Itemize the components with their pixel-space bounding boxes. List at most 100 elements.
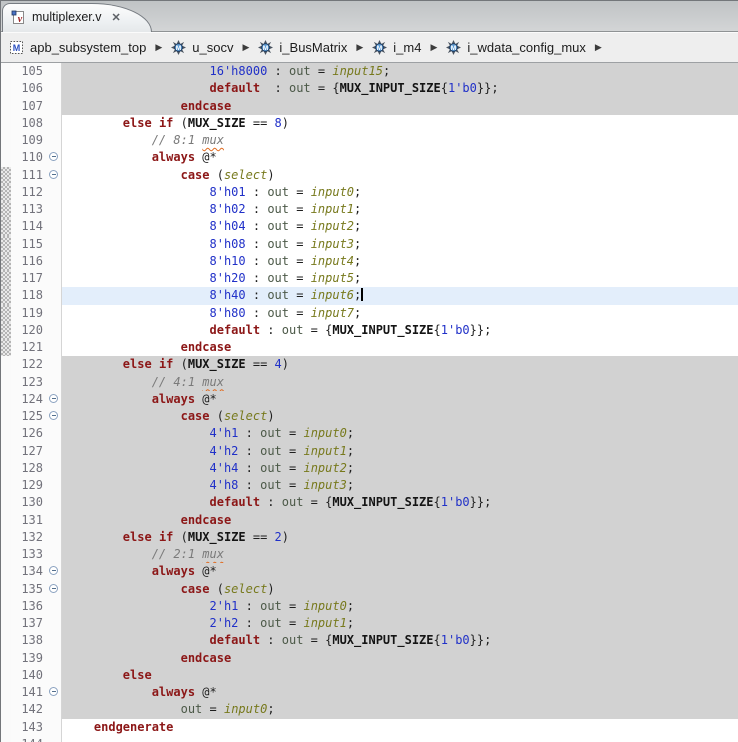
code-line-119[interactable]: 119 8'h80 : out = input7; bbox=[1, 304, 738, 322]
code-line-129[interactable]: 129 4'h8 : out = input3; bbox=[1, 477, 738, 495]
code-line-141[interactable]: 141 always @* bbox=[1, 684, 738, 702]
code-line-120[interactable]: 120 default : out = {MUX_INPUT_SIZE{1'b0… bbox=[1, 321, 738, 339]
code-editor[interactable]: 105 16'h8000 : out = input15; 106 default… bbox=[1, 63, 738, 742]
code-text[interactable]: always @* bbox=[62, 684, 738, 702]
fold-collapse-icon[interactable] bbox=[49, 583, 58, 593]
fold-collapse-icon[interactable] bbox=[49, 152, 58, 162]
code-line-123[interactable]: 123 // 4:1 mux bbox=[1, 373, 738, 391]
code-line-128[interactable]: 128 4'h4 : out = input2; bbox=[1, 459, 738, 477]
code-line-137[interactable]: 137 2'h2 : out = input1; bbox=[1, 615, 738, 633]
code-line-108[interactable]: 108 else if (MUX_SIZE == 8) bbox=[1, 114, 738, 132]
code-line-144[interactable]: 144 bbox=[1, 735, 738, 742]
code-line-132[interactable]: 132 else if (MUX_SIZE == 2) bbox=[1, 528, 738, 546]
code-line-111[interactable]: 111 case (select) bbox=[1, 166, 738, 184]
code-line-121[interactable]: 121 endcase bbox=[1, 339, 738, 357]
code-line-127[interactable]: 127 4'h2 : out = input1; bbox=[1, 442, 738, 460]
code-text[interactable]: // 2:1 mux bbox=[62, 546, 738, 564]
breadcrumb-item-apb_subsystem_top[interactable]: Mapb_subsystem_top bbox=[9, 40, 146, 55]
code-text[interactable]: 8'h10 : out = input4; bbox=[62, 253, 738, 270]
code-text[interactable]: endcase bbox=[62, 649, 738, 667]
fold-collapse-icon[interactable] bbox=[49, 411, 58, 420]
code-line-136[interactable]: 136 2'h1 : out = input0; bbox=[1, 597, 738, 615]
breadcrumb-arrow-icon[interactable]: ▶ bbox=[356, 42, 363, 53]
code-line-105[interactable]: 105 16'h8000 : out = input15; bbox=[1, 63, 738, 81]
code-line-118[interactable]: 118 8'h40 : out = input6; bbox=[1, 287, 738, 305]
code-text[interactable]: endcase bbox=[62, 339, 738, 356]
code-text[interactable]: 8'h04 : out = input2; bbox=[62, 218, 738, 235]
fold-collapse-icon[interactable] bbox=[49, 169, 58, 179]
code-text[interactable]: endcase bbox=[62, 97, 738, 115]
code-text[interactable]: default : out = {MUX_INPUT_SIZE{1'b0}}; bbox=[62, 632, 738, 650]
code-line-113[interactable]: 113 8'h02 : out = input1; bbox=[1, 201, 738, 219]
code-line-139[interactable]: 139 endcase bbox=[1, 649, 738, 667]
code-line-107[interactable]: 107 endcase bbox=[1, 97, 738, 115]
breadcrumb-item-i_wdata_config_mux[interactable]: Mi_wdata_config_mux bbox=[446, 40, 586, 55]
fold-collapse-icon[interactable] bbox=[49, 687, 58, 696]
code-line-126[interactable]: 126 4'h1 : out = input0; bbox=[1, 425, 738, 443]
breadcrumb-arrow-icon[interactable]: ▶ bbox=[595, 42, 602, 53]
breadcrumb-item-i_m4[interactable]: Mi_m4 bbox=[372, 40, 421, 55]
code-text[interactable]: 2'h1 : out = input0; bbox=[62, 597, 738, 615]
code-text[interactable]: default : out = {MUX_INPUT_SIZE{1'b0}}; bbox=[62, 322, 738, 339]
breadcrumb-label[interactable]: i_wdata_config_mux bbox=[467, 40, 586, 55]
code-line-110[interactable]: 110 always @* bbox=[1, 149, 738, 167]
code-text[interactable]: case (select) bbox=[62, 580, 738, 598]
code-line-116[interactable]: 116 8'h10 : out = input4; bbox=[1, 252, 738, 270]
code-text[interactable]: // 8:1 mux bbox=[62, 132, 738, 149]
code-text[interactable]: 4'h1 : out = input0; bbox=[62, 425, 738, 443]
fold-collapse-icon[interactable] bbox=[49, 566, 58, 576]
breadcrumb-label[interactable]: u_socv bbox=[192, 40, 233, 55]
breadcrumb-item-i_BusMatrix[interactable]: Mi_BusMatrix bbox=[258, 40, 347, 55]
code-text[interactable]: else if (MUX_SIZE == 4) bbox=[62, 356, 738, 374]
code-text[interactable]: 8'h02 : out = input1; bbox=[62, 201, 738, 218]
code-text[interactable]: 8'h80 : out = input7; bbox=[62, 305, 738, 322]
code-line-142[interactable]: 142 out = input0; bbox=[1, 701, 738, 719]
code-text[interactable]: 16'h8000 : out = input15; bbox=[62, 63, 738, 81]
code-text[interactable]: default : out = {MUX_INPUT_SIZE{1'b0}}; bbox=[62, 80, 738, 98]
breadcrumb-label[interactable]: i_m4 bbox=[393, 40, 421, 55]
code-line-125[interactable]: 125 case (select) bbox=[1, 408, 738, 426]
code-line-106[interactable]: 106 default : out = {MUX_INPUT_SIZE{1'b0… bbox=[1, 80, 738, 98]
tab-close-icon[interactable]: ✕ bbox=[111, 11, 120, 24]
code-line-117[interactable]: 117 8'h20 : out = input5; bbox=[1, 270, 738, 288]
code-line-133[interactable]: 133 // 2:1 mux bbox=[1, 546, 738, 564]
code-text[interactable]: 8'h08 : out = input3; bbox=[62, 236, 738, 253]
code-text[interactable]: case (select) bbox=[62, 167, 738, 184]
code-line-131[interactable]: 131 endcase bbox=[1, 511, 738, 529]
code-text[interactable]: always @* bbox=[62, 563, 738, 581]
editor-tab-multiplexer[interactable]: v multiplexer.v ✕ bbox=[2, 3, 152, 32]
code-text[interactable]: 8'h20 : out = input5; bbox=[62, 270, 738, 287]
code-text[interactable]: else if (MUX_SIZE == 8) bbox=[62, 115, 738, 132]
code-text[interactable]: 8'h01 : out = input0; bbox=[62, 184, 738, 201]
code-text[interactable]: 4'h4 : out = input2; bbox=[62, 459, 738, 477]
code-text[interactable]: // 4:1 mux bbox=[62, 373, 738, 391]
code-text[interactable]: else bbox=[62, 666, 738, 684]
code-line-122[interactable]: 122 else if (MUX_SIZE == 4) bbox=[1, 356, 738, 374]
breadcrumb-arrow-icon[interactable]: ▶ bbox=[430, 42, 437, 53]
code-line-124[interactable]: 124 always @* bbox=[1, 390, 738, 408]
code-text[interactable]: always @* bbox=[62, 390, 738, 408]
code-text[interactable]: case (select) bbox=[62, 408, 738, 426]
code-line-112[interactable]: 112 8'h01 : out = input0; bbox=[1, 183, 738, 201]
code-text[interactable]: else if (MUX_SIZE == 2) bbox=[62, 528, 738, 546]
code-text[interactable]: endgenerate bbox=[62, 719, 738, 736]
code-line-134[interactable]: 134 always @* bbox=[1, 563, 738, 581]
code-line-114[interactable]: 114 8'h04 : out = input2; bbox=[1, 218, 738, 236]
code-text[interactable]: always @* bbox=[62, 149, 738, 166]
fold-collapse-icon[interactable] bbox=[49, 393, 58, 403]
code-text[interactable]: out = input0; bbox=[62, 701, 738, 719]
breadcrumb-arrow-icon[interactable]: ▶ bbox=[242, 42, 249, 53]
breadcrumb-label[interactable]: apb_subsystem_top bbox=[30, 40, 146, 55]
code-line-109[interactable]: 109 // 8:1 mux bbox=[1, 132, 738, 150]
code-text[interactable]: 4'h2 : out = input1; bbox=[62, 442, 738, 460]
code-line-115[interactable]: 115 8'h08 : out = input3; bbox=[1, 235, 738, 253]
code-text[interactable] bbox=[62, 736, 738, 742]
code-line-135[interactable]: 135 case (select) bbox=[1, 580, 738, 598]
code-text[interactable]: 2'h2 : out = input1; bbox=[62, 615, 738, 633]
code-text[interactable]: endcase bbox=[62, 511, 738, 529]
code-line-130[interactable]: 130 default : out = {MUX_INPUT_SIZE{1'b0… bbox=[1, 494, 738, 512]
breadcrumb-item-u_socv[interactable]: Mu_socv bbox=[171, 40, 233, 55]
code-line-138[interactable]: 138 default : out = {MUX_INPUT_SIZE{1'b0… bbox=[1, 632, 738, 650]
code-line-140[interactable]: 140 else bbox=[1, 666, 738, 684]
code-text[interactable]: 4'h8 : out = input3; bbox=[62, 477, 738, 495]
